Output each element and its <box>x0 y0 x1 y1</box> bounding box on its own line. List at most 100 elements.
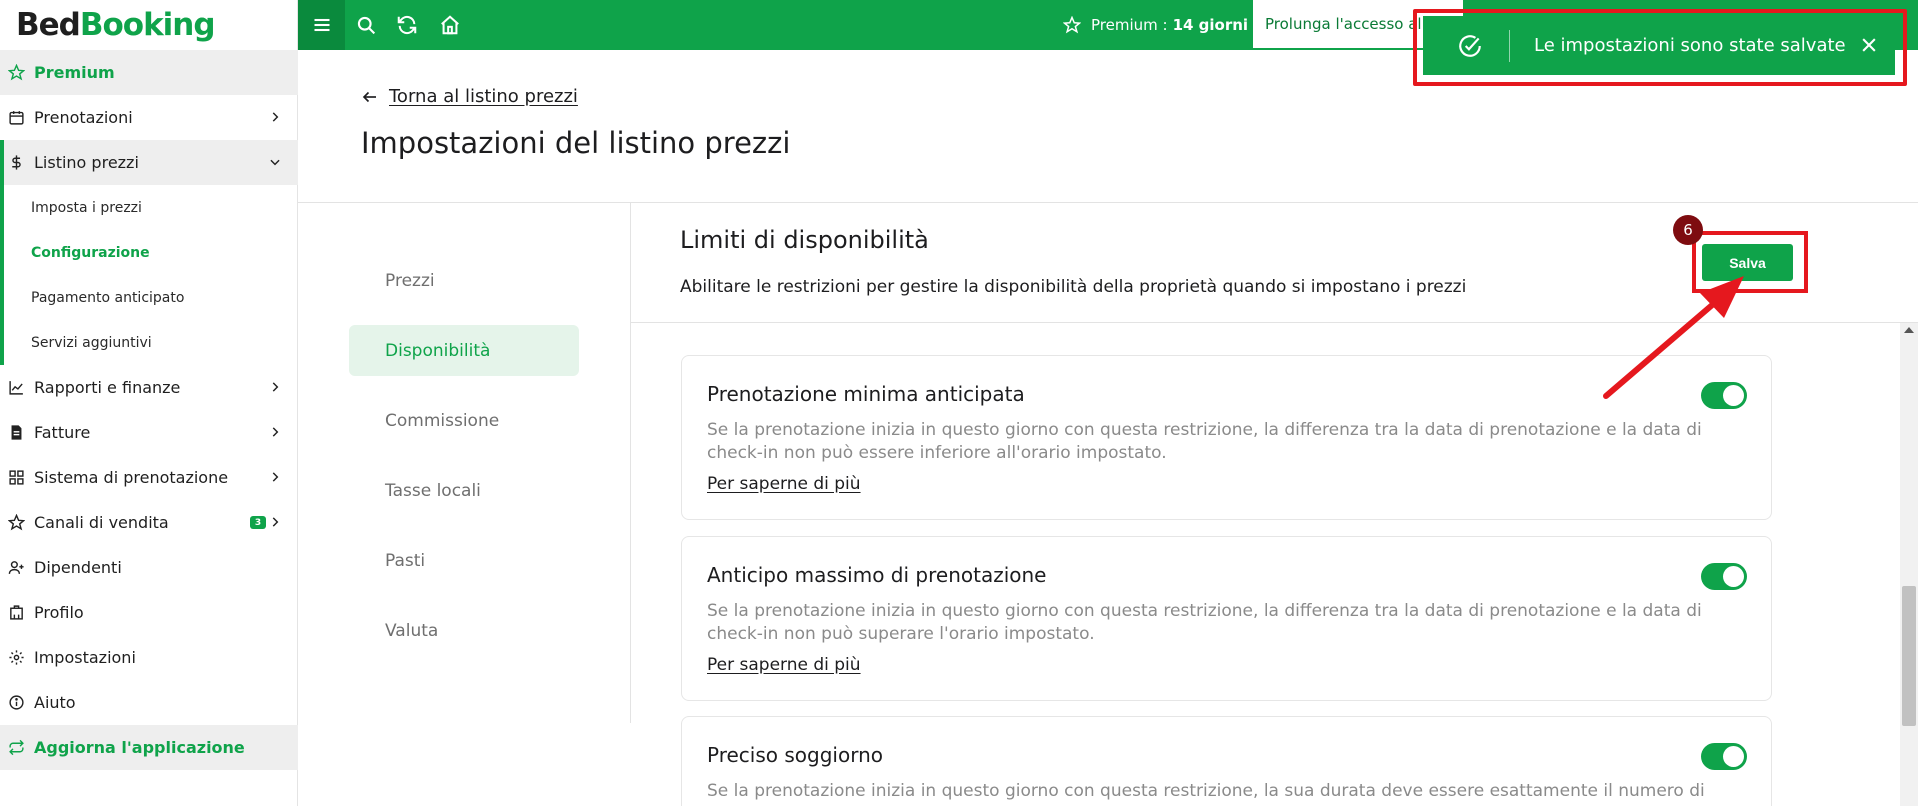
premium-days: 14 giorni <box>1172 16 1249 34</box>
settings-tab-pasti[interactable]: Pasti <box>349 535 579 586</box>
card-title: Anticipo massimo di prenotazione <box>707 563 1047 587</box>
section-title: Limiti di disponibilità <box>680 226 929 254</box>
user-add-icon <box>8 561 24 574</box>
toast-message: Le impostazioni sono state salvate <box>1534 35 1846 56</box>
premium-status: Premium : 14 giorni <box>1063 0 1248 50</box>
settings-tab-label: Tasse locali <box>385 480 481 501</box>
chevron-right-icon <box>272 472 279 482</box>
search-icon <box>357 16 376 35</box>
settings-tab-valuta[interactable]: Valuta <box>349 605 579 656</box>
settings-nav: Prezzi Disponibilità Commissione Tasse l… <box>349 255 579 675</box>
calendar-icon <box>9 111 24 125</box>
subitem-label: Configurazione <box>31 244 150 261</box>
sidebar-item-canali-vendita[interactable]: Canali di vendita 3 <box>0 500 298 545</box>
scrollbar-thumb[interactable] <box>1902 586 1916 726</box>
sidebar-item-label: Sistema di prenotazione <box>34 468 229 487</box>
chart-icon <box>9 381 23 395</box>
card-description: Se la prenotazione inizia in questo gior… <box>707 781 1705 801</box>
sidebar-item-dipendenti[interactable]: Dipendenti <box>0 545 298 590</box>
premium-label: Premium : <box>1091 16 1168 34</box>
home-icon <box>441 15 459 35</box>
sidebar-item-sistema-prenotazione[interactable]: Sistema di prenotazione <box>0 455 298 500</box>
sidebar-subitem-servizi-aggiuntivi[interactable]: Servizi aggiuntivi <box>0 320 298 365</box>
card-title: Preciso soggiorno <box>707 743 883 767</box>
sidebar-item-label: Fatture <box>34 423 91 442</box>
settings-tab-prezzi[interactable]: Prezzi <box>349 255 579 306</box>
section-subtitle: Abilitare le restrizioni per gestire la … <box>680 277 1467 297</box>
sidebar-item-label: Aiuto <box>34 693 76 712</box>
sidebar-item-label: Aggiorna l'applicazione <box>34 738 245 757</box>
chevron-right-icon <box>272 112 279 122</box>
scroll-up-arrow-icon[interactable] <box>1904 327 1914 333</box>
scrollbar-track[interactable] <box>1900 323 1918 806</box>
sidebar-item-aggiorna[interactable]: Aggiorna l'applicazione <box>0 725 298 770</box>
sidebar-subitem-imposta-prezzi[interactable]: Imposta i prezzi <box>0 185 298 230</box>
settings-tab-label: Commissione <box>385 410 500 431</box>
sidebar-item-aiuto[interactable]: Aiuto <box>0 680 298 725</box>
sidebar-item-impostazioni[interactable]: Impostazioni <box>0 635 298 680</box>
step-number-badge: 6 <box>1673 215 1703 245</box>
exact-stay-toggle[interactable] <box>1701 743 1747 770</box>
settings-tab-label: Disponibilità <box>385 340 491 361</box>
refresh-icon <box>9 739 24 756</box>
settings-tab-tasse-locali[interactable]: Tasse locali <box>349 465 579 516</box>
sidebar-item-label: Canali di vendita <box>34 513 169 532</box>
sidebar-item-label: Premium <box>34 63 115 82</box>
hamburger-icon <box>314 18 329 32</box>
sidebar-subitem-configurazione[interactable]: Configurazione <box>0 230 298 275</box>
sidebar-item-label: Prenotazioni <box>34 108 133 127</box>
subitem-label: Pagamento anticipato <box>31 289 185 306</box>
refresh-button[interactable] <box>395 13 419 37</box>
invoice-icon <box>11 425 22 440</box>
success-toast: Le impostazioni sono state salvate <box>1423 16 1895 75</box>
sidebar-subitem-pagamento-anticipato[interactable]: Pagamento anticipato <box>0 275 298 320</box>
sidebar-item-premium[interactable]: Premium <box>0 50 298 95</box>
learn-more-link[interactable]: Per saperne di più <box>707 655 861 675</box>
sidebar-item-label: Dipendenti <box>34 558 122 577</box>
subitem-label: Imposta i prezzi <box>31 199 142 216</box>
refresh-icon <box>397 15 417 35</box>
grid-icon <box>9 470 24 485</box>
sidebar-item-label: Impostazioni <box>34 648 136 667</box>
settings-tab-label: Pasti <box>385 550 426 571</box>
card-description: Se la prenotazione inizia in questo gior… <box>707 601 1702 644</box>
sidebar-item-profilo[interactable]: Profilo <box>0 590 298 635</box>
toast-divider <box>1509 29 1510 62</box>
sidebar-item-listino-prezzi[interactable]: Listino prezzi <box>0 140 298 185</box>
restriction-card-max-advance: Anticipo massimo di prenotazione Se la p… <box>681 536 1772 701</box>
dollar-icon <box>12 155 21 170</box>
star-icon <box>1063 16 1081 34</box>
sidebar-item-rapporti[interactable]: Rapporti e finanze <box>0 365 298 410</box>
logo-text-booking: Booking <box>79 7 216 43</box>
home-button[interactable] <box>438 13 462 37</box>
menu-toggle-button[interactable] <box>298 0 345 50</box>
star-icon <box>8 64 25 81</box>
gear-icon <box>9 650 24 665</box>
listino-prezzi-submenu: Imposta i prezzi Configurazione Pagament… <box>0 185 298 365</box>
sidebar-item-fatture[interactable]: Fatture <box>0 410 298 455</box>
search-button[interactable] <box>354 13 378 37</box>
sidebar: Bed Booking Premium Prenotazioni Listino … <box>0 0 298 806</box>
sidebar-item-prenotazioni[interactable]: Prenotazioni <box>0 95 298 140</box>
min-advance-toggle[interactable] <box>1701 382 1747 409</box>
subitem-label: Servizi aggiuntivi <box>31 334 152 351</box>
save-button[interactable]: Salva <box>1702 244 1793 281</box>
max-advance-toggle[interactable] <box>1701 563 1747 590</box>
settings-tab-commissione[interactable]: Commissione <box>349 395 579 446</box>
chevron-down-icon <box>270 159 280 166</box>
restriction-card-min-advance: Prenotazione minima anticipata Se la pre… <box>681 355 1772 520</box>
settings-tab-disponibilita[interactable]: Disponibilità <box>349 325 579 376</box>
info-icon <box>9 695 24 710</box>
bedbooking-logo[interactable]: Bed Booking <box>16 4 216 46</box>
arrow-left-icon <box>362 91 376 102</box>
sidebar-item-label: Rapporti e finanze <box>34 378 181 397</box>
back-to-price-list-link[interactable]: Torna al listino prezzi <box>361 86 578 107</box>
learn-more-link[interactable]: Per saperne di più <box>707 474 861 494</box>
header-divider <box>298 202 1918 203</box>
restriction-card-exact-stay: Preciso soggiorno Se la prenotazione ini… <box>681 716 1772 806</box>
settings-tab-label: Prezzi <box>385 270 435 291</box>
page-title: Impostazioni del listino prezzi <box>361 126 791 160</box>
sidebar-nav: Premium Prenotazioni Listino prezzi Impo… <box>0 50 298 770</box>
back-link-label: Torna al listino prezzi <box>389 86 578 107</box>
close-icon[interactable] <box>1859 35 1879 55</box>
